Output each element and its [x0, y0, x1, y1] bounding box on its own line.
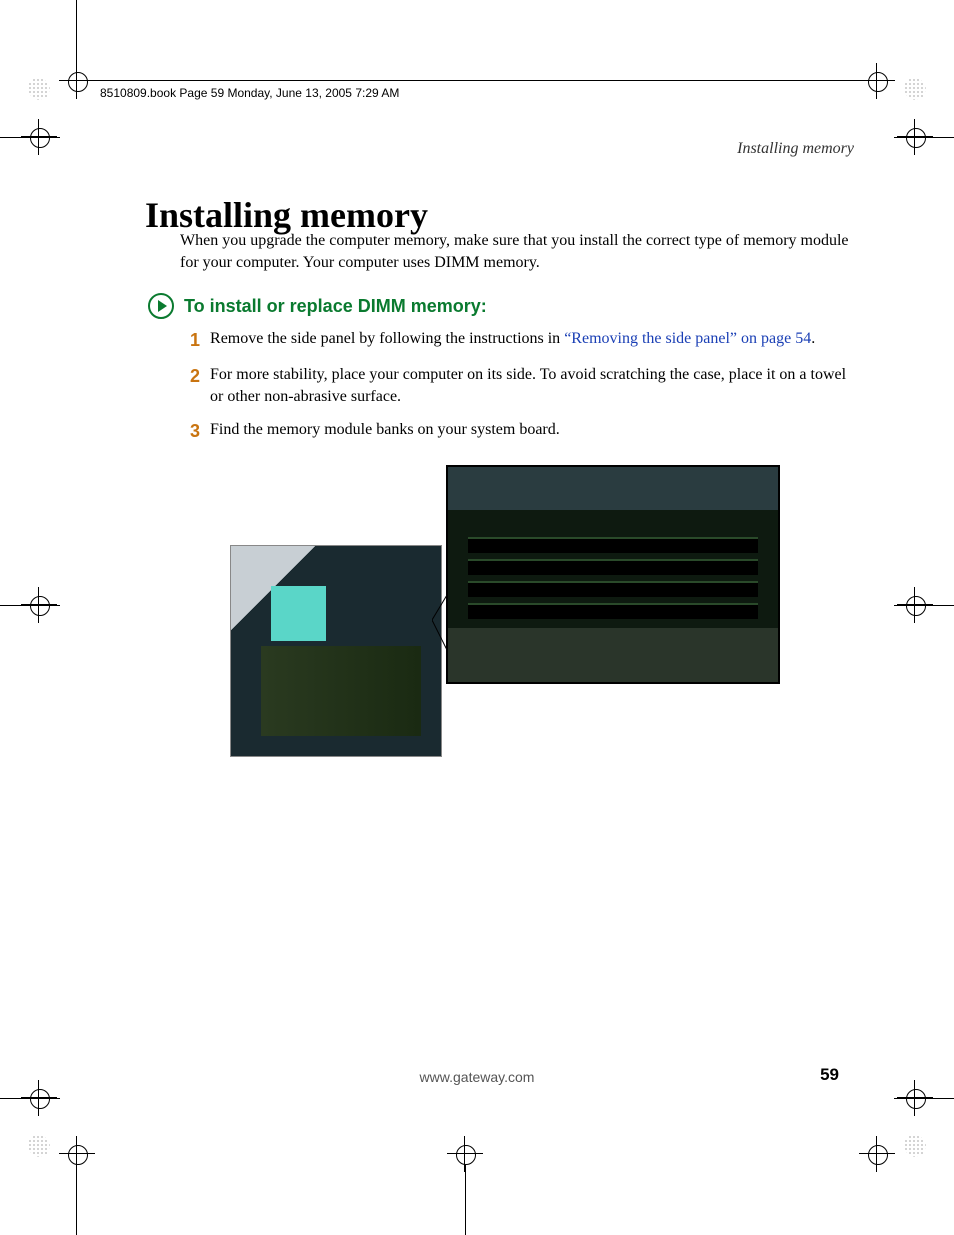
header-rule	[85, 80, 894, 81]
step-text: Remove the side panel by following the i…	[210, 328, 815, 352]
play-triangle-icon	[148, 293, 174, 319]
crop-line	[465, 1165, 466, 1235]
crop-dot-icon	[28, 78, 50, 100]
figure-composite	[230, 465, 780, 775]
crop-line	[76, 1145, 77, 1235]
crop-line	[0, 1098, 60, 1099]
step-number: 3	[190, 419, 200, 443]
step-text: Find the memory module banks on your sys…	[210, 419, 560, 443]
cross-reference-link[interactable]: “Removing the side panel” on page 54	[564, 330, 811, 347]
registration-mark-icon	[64, 68, 90, 94]
procedure-heading: To install or replace DIMM memory:	[184, 296, 487, 317]
crop-dot-icon	[28, 1135, 50, 1157]
source-line: 8510809.book Page 59 Monday, June 13, 20…	[100, 86, 399, 100]
steps-list: 1 Remove the side panel by following the…	[190, 328, 854, 456]
step-text-post: .	[811, 330, 815, 347]
registration-mark-icon	[864, 1141, 890, 1167]
step-number: 2	[190, 364, 200, 407]
crop-line	[76, 0, 77, 80]
registration-mark-icon	[452, 1141, 478, 1167]
crop-dot-icon	[904, 1135, 926, 1157]
step-text: For more stability, place your computer …	[210, 364, 854, 407]
step-3: 3 Find the memory module banks on your s…	[190, 419, 854, 443]
intro-paragraph: When you upgrade the computer memory, ma…	[180, 230, 854, 273]
footer-url: www.gateway.com	[0, 1069, 954, 1085]
figure-memory-slots-closeup	[446, 465, 780, 684]
crop-line	[0, 605, 60, 606]
step-number: 1	[190, 328, 200, 352]
crop-line	[894, 605, 954, 606]
crop-line	[894, 1098, 954, 1099]
crop-dot-icon	[904, 78, 926, 100]
figure-computer-interior	[230, 545, 442, 757]
registration-mark-icon	[864, 68, 890, 94]
step-2: 2 For more stability, place your compute…	[190, 364, 854, 407]
step-1: 1 Remove the side panel by following the…	[190, 328, 854, 352]
crop-line	[0, 137, 60, 138]
page-number: 59	[820, 1065, 839, 1085]
registration-mark-icon	[64, 1141, 90, 1167]
step-text-pre: Remove the side panel by following the i…	[210, 330, 564, 347]
running-head: Installing memory	[737, 140, 854, 158]
crop-line	[894, 137, 954, 138]
